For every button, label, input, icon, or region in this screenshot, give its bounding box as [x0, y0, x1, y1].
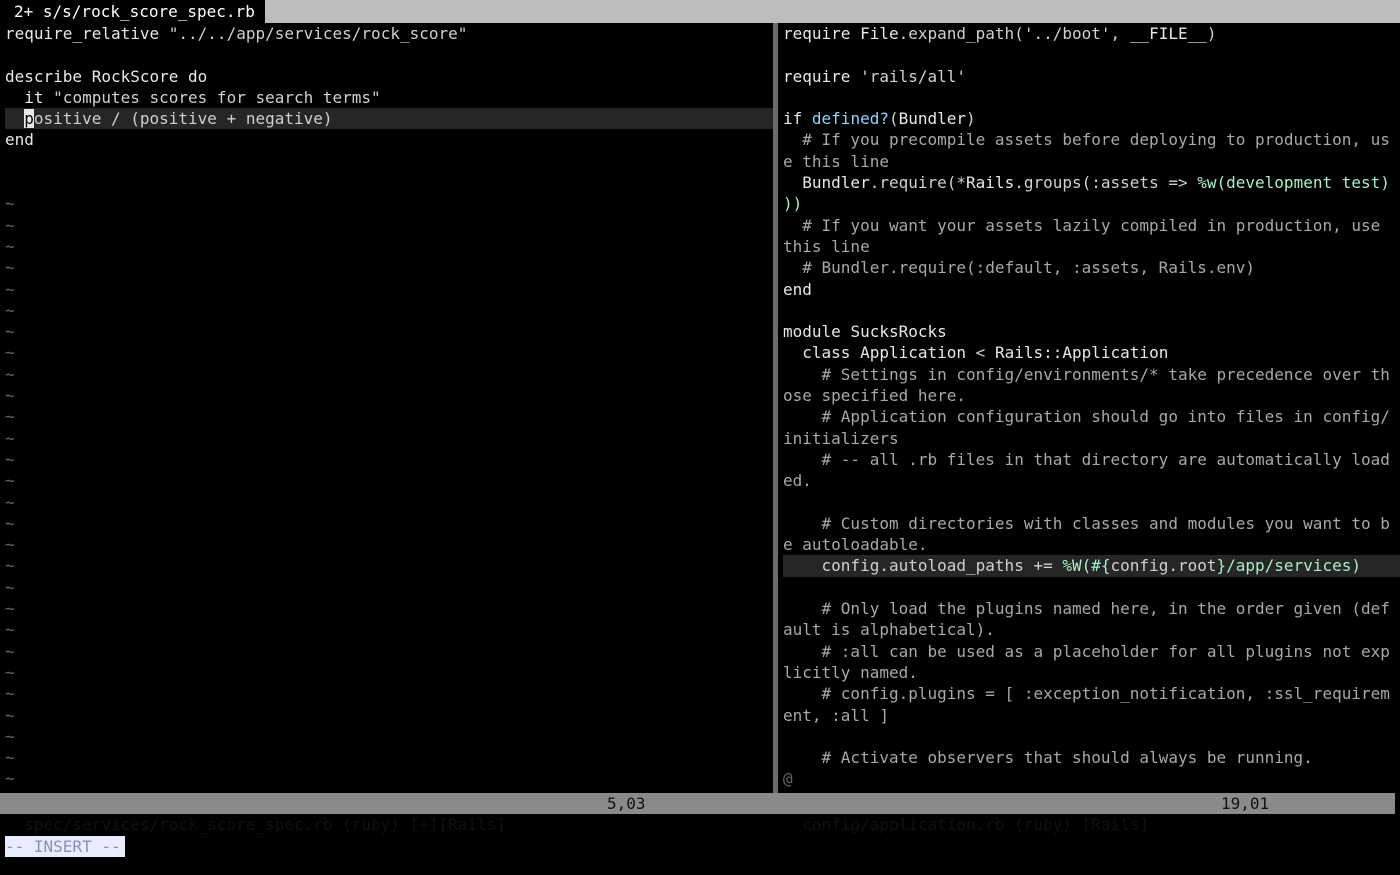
mode-indicator: -- INSERT --	[5, 836, 125, 857]
tilde-line: ~	[5, 556, 15, 576]
comment-line: # Settings in config/environments/* take…	[783, 364, 1390, 384]
tilde-line: ~	[5, 279, 15, 299]
tilde-line: ~	[5, 641, 15, 661]
vertical-split-divider[interactable]	[773, 23, 778, 793]
code-line: class Application < Rails::Application	[783, 343, 1169, 363]
code-line: module SucksRocks	[783, 322, 947, 342]
status-file-left: spec/services/rock_score_spec.rb (ruby) …	[24, 815, 506, 834]
tilde-line: ~	[5, 726, 15, 746]
tilde-line: ~	[5, 769, 15, 789]
code-line: end	[5, 130, 34, 150]
tilde-line: ~	[5, 705, 15, 725]
comment-line: # Only load the plugins named here, in t…	[783, 599, 1390, 619]
comment-line: # Activate observers that should always …	[783, 748, 1313, 768]
tilde-line: ~	[5, 748, 15, 768]
code-line: ))	[783, 194, 803, 214]
tilde-line: ~	[5, 662, 15, 682]
empty-buffer-lines: ~ ~ ~ ~ ~ ~ ~ ~ ~ ~ ~ ~ ~ ~ ~ ~ ~ ~ ~ ~ …	[5, 193, 773, 789]
tilde-line: ~	[5, 386, 15, 406]
tilde-line: ~	[5, 215, 15, 235]
comment-line: # :all can be used as a placeholder for …	[783, 641, 1390, 661]
comment-line: # -- all .rb files in that directory are…	[783, 449, 1390, 469]
code-line: require File.expand_path('../boot', __FI…	[783, 24, 1217, 43]
right-editor-pane[interactable]: require File.expand_path('../boot', __FI…	[783, 23, 1400, 793]
tilde-line: ~	[5, 684, 15, 704]
comment-line: ent, :all ]	[783, 705, 889, 725]
comment-line: ose specified here.	[783, 386, 967, 406]
tab-line: 2+ s/s/rock_score_spec.rb	[0, 0, 1400, 23]
truncated-line-marker: @	[783, 769, 793, 789]
tilde-line: ~	[5, 471, 15, 491]
code-line: it "computes scores for search terms"	[5, 87, 381, 107]
tilde-line: ~	[5, 620, 15, 640]
comment-line: # Bundler.require(:default, :assets, Rai…	[783, 258, 1256, 278]
code-line: require 'rails/all'	[783, 66, 967, 86]
tilde-line: ~	[5, 535, 15, 555]
comment-line: # config.plugins = [ :exception_notifica…	[783, 684, 1390, 704]
tilde-line: ~	[5, 343, 15, 363]
comment-line: # Application configuration should go in…	[783, 407, 1390, 427]
status-position-right: 19,01	[1221, 794, 1270, 813]
status-file-right: config/application.rb (ruby) [Rails]	[802, 815, 1150, 834]
tilde-line: ~	[5, 300, 15, 320]
comment-line: e autoloadable.	[783, 535, 928, 555]
comment-line: ed.	[783, 471, 812, 491]
code-line: require_relative "../../app/services/roc…	[5, 24, 468, 43]
tilde-line: ~	[5, 194, 15, 214]
tilde-line: ~	[5, 577, 15, 597]
status-position-left: 5,03	[607, 794, 646, 813]
status-line-right: config/application.rb (ruby) [Rails] 19,…	[778, 793, 1395, 834]
comment-line: # If you precompile assets before deploy…	[783, 130, 1390, 150]
tilde-line: ~	[5, 322, 15, 342]
tilde-line: ~	[5, 258, 15, 278]
comment-line: # Custom directories with classes and mo…	[783, 513, 1390, 533]
left-editor-pane[interactable]: require_relative "../../app/services/roc…	[5, 23, 773, 793]
cursor-line: config.autoload_paths += %W(#{config.roo…	[783, 555, 1400, 577]
tilde-line: ~	[5, 428, 15, 448]
tilde-line: ~	[5, 492, 15, 512]
tilde-line: ~	[5, 407, 15, 427]
comment-line: licitly named.	[783, 662, 918, 682]
tab-active[interactable]: 2+ s/s/rock_score_spec.rb	[0, 0, 265, 23]
code-line: describe RockScore do	[5, 66, 208, 86]
code-line: Bundler.require(*Rails.groups(:assets =>…	[802, 173, 1390, 193]
comment-line: e this line	[783, 151, 889, 171]
tilde-line: ~	[5, 364, 15, 384]
comment-line: initializers	[783, 428, 899, 448]
code-line: end	[783, 279, 812, 299]
comment-line: # If you want your assets lazily compile…	[783, 215, 1381, 235]
status-line-left: spec/services/rock_score_spec.rb (ruby) …	[0, 793, 778, 834]
comment-line: ault is alphabetical).	[783, 620, 995, 640]
text-cursor: p	[24, 109, 34, 129]
tilde-line: ~	[5, 513, 15, 533]
tilde-line: ~	[5, 449, 15, 469]
code-line: if defined?(Bundler)	[783, 109, 976, 129]
cursor-line: positive / (positive + negative)	[5, 108, 773, 130]
tilde-line: ~	[5, 599, 15, 619]
tilde-line: ~	[5, 236, 15, 256]
comment-line: this line	[783, 236, 870, 256]
